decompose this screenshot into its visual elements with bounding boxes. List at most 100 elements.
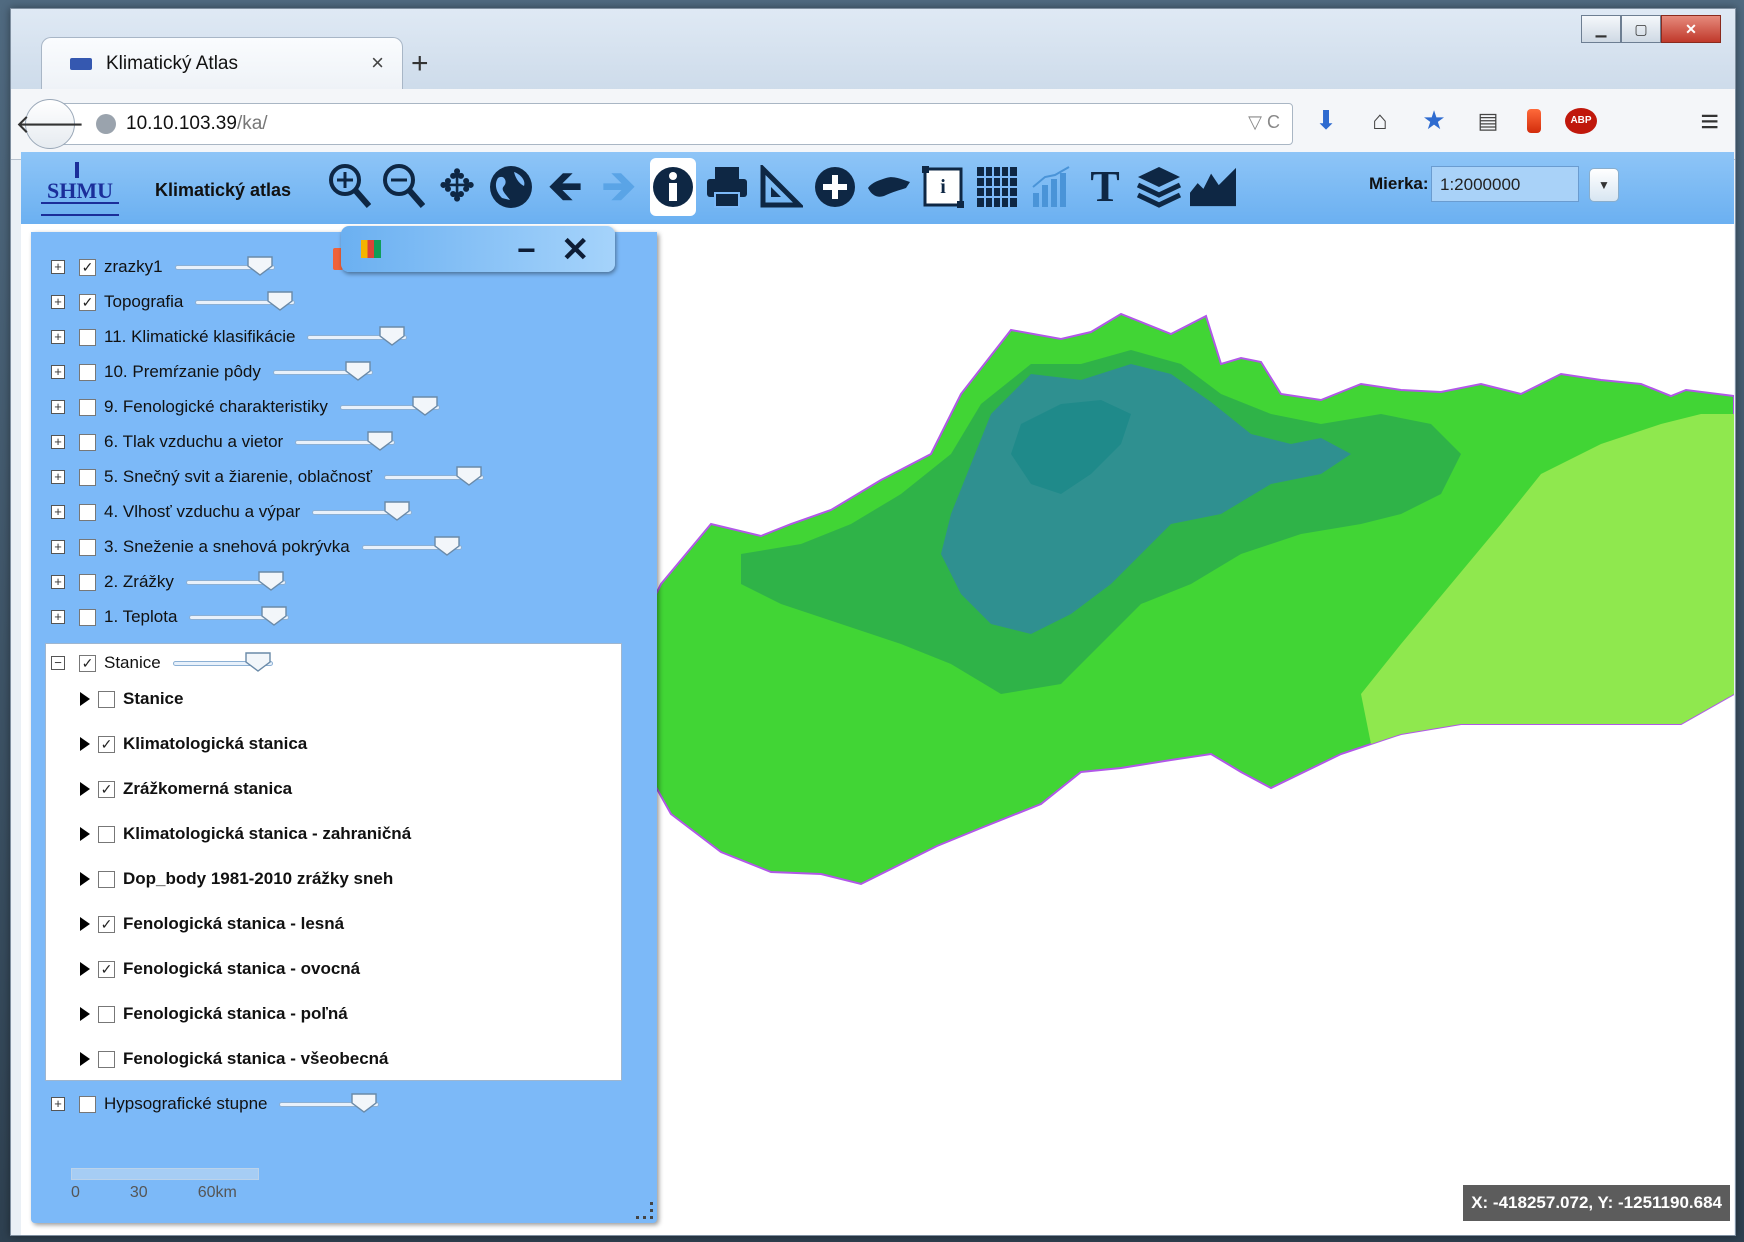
expand-icon[interactable]: + — [51, 260, 65, 274]
opacity-slider[interactable] — [195, 291, 296, 313]
layer-checkbox[interactable] — [79, 433, 96, 451]
expand-icon[interactable]: + — [51, 575, 65, 589]
opacity-slider[interactable] — [361, 536, 462, 558]
addon-icon[interactable] — [1527, 108, 1541, 133]
site-identity-icon[interactable] — [96, 114, 116, 134]
expand-arrow-icon[interactable] — [80, 917, 90, 931]
station-type-row[interactable]: Dop_body 1981-2010 zrážky sneh — [80, 864, 393, 894]
legend-frame-icon[interactable]: i — [920, 158, 966, 216]
expand-arrow-icon[interactable] — [80, 872, 90, 886]
opacity-slider[interactable] — [272, 361, 373, 383]
maximize-button[interactable]: ▢ — [1621, 15, 1661, 43]
slider-thumb[interactable] — [261, 606, 288, 626]
layer-checkbox[interactable]: ✓ — [79, 258, 96, 276]
close-popup-button[interactable]: ✕ — [561, 230, 590, 270]
expand-icon[interactable]: + — [51, 295, 65, 309]
layer-row[interactable]: +6. Tlak vzduchu a vietor — [51, 427, 396, 457]
slider-thumb[interactable] — [384, 501, 411, 521]
expand-icon[interactable]: + — [51, 330, 65, 344]
close-window-button[interactable]: ✕ — [1661, 15, 1721, 43]
station-checkbox[interactable]: ✓ — [98, 960, 115, 978]
panel-resize-handle[interactable] — [636, 1202, 653, 1219]
opacity-slider[interactable] — [279, 1093, 380, 1115]
layer-checkbox[interactable]: ✓ — [79, 293, 96, 311]
slovakia-map-icon[interactable] — [866, 158, 912, 216]
minimize-button[interactable]: ▁ — [1581, 15, 1621, 43]
station-checkbox[interactable]: ✓ — [98, 780, 115, 798]
add-icon[interactable] — [812, 158, 858, 216]
expand-arrow-icon[interactable] — [80, 737, 90, 751]
layer-checkbox[interactable] — [79, 468, 96, 486]
expand-arrow-icon[interactable] — [80, 692, 90, 706]
back-button[interactable]: 🡐 — [15, 99, 85, 149]
slider-thumb[interactable] — [246, 256, 273, 276]
station-type-row[interactable]: Klimatologická stanica - zahraničná — [80, 819, 411, 849]
station-checkbox[interactable] — [98, 1050, 115, 1068]
layer-row[interactable]: +9. Fenologické charakteristiky — [51, 392, 440, 422]
hypso-layer[interactable]: + Hypsografické stupne — [51, 1089, 380, 1119]
slider-thumb[interactable] — [367, 431, 393, 451]
opacity-slider[interactable] — [384, 466, 485, 488]
layer-checkbox[interactable] — [79, 538, 96, 556]
layer-checkbox[interactable] — [79, 328, 96, 346]
slider-thumb[interactable] — [379, 326, 406, 346]
slider-thumb[interactable] — [258, 571, 284, 591]
layer-checkbox[interactable] — [79, 573, 96, 591]
expand-icon[interactable]: + — [51, 470, 65, 484]
print-icon[interactable] — [704, 158, 750, 216]
station-checkbox[interactable]: ✓ — [98, 915, 115, 933]
layer-checkbox[interactable] — [79, 363, 96, 381]
slider-thumb[interactable] — [245, 652, 271, 672]
station-type-row[interactable]: ✓ Fenologická stanica - ovocná — [80, 954, 360, 984]
opacity-slider[interactable] — [189, 606, 290, 628]
expand-arrow-icon[interactable] — [80, 1052, 90, 1066]
slider-thumb[interactable] — [456, 466, 482, 486]
profile-icon[interactable] — [1190, 158, 1236, 216]
tab-close-button[interactable]: × — [371, 50, 384, 76]
collapse-icon[interactable]: − — [51, 656, 65, 670]
station-type-row[interactable]: Fenologická stanica - všeobecná — [80, 1044, 388, 1074]
expand-arrow-icon[interactable] — [80, 782, 90, 796]
stanice-header[interactable]: − ✓ Stanice — [51, 648, 273, 678]
browser-tab[interactable]: Klimatický Atlas × — [41, 37, 403, 90]
forward-arrow-icon[interactable]: 🡺 — [596, 158, 642, 216]
layer-row[interactable]: +3. Sneženie a snehová pokrývka — [51, 532, 462, 562]
layer-row[interactable]: +5. Snečný svit a žiarenie, oblačnosť — [51, 462, 485, 492]
layer-row[interactable]: +11. Klimatické klasifikácie — [51, 322, 408, 352]
station-checkbox[interactable] — [98, 870, 115, 888]
legend-popup[interactable]: − ✕ — [341, 226, 615, 272]
layer-row[interactable]: +10. Premŕzanie pôdy — [51, 357, 373, 387]
slider-thumb[interactable] — [412, 396, 438, 416]
layer-checkbox[interactable] — [79, 398, 96, 416]
opacity-slider[interactable] — [307, 326, 408, 348]
stanice-checkbox[interactable]: ✓ — [79, 654, 96, 672]
expand-icon[interactable]: + — [51, 435, 65, 449]
opacity-slider[interactable] — [174, 256, 275, 278]
opacity-slider[interactable] — [339, 396, 440, 418]
expand-icon[interactable]: + — [51, 365, 65, 379]
scale-dropdown-button[interactable]: ▼ — [1589, 168, 1619, 202]
opacity-slider[interactable] — [295, 431, 396, 453]
text-icon[interactable]: T — [1082, 158, 1128, 216]
slider-thumb[interactable] — [267, 291, 294, 311]
station-type-row[interactable]: ✓ Fenologická stanica - lesná — [80, 909, 344, 939]
reload-icon[interactable]: ▽ C — [1248, 112, 1280, 133]
layer-row[interactable]: +1. Teplota — [51, 602, 290, 632]
bookmark-star-icon[interactable]: ★ — [1419, 105, 1449, 136]
slider-thumb[interactable] — [434, 536, 460, 556]
opacity-slider[interactable] — [185, 571, 286, 593]
expand-arrow-icon[interactable] — [80, 962, 90, 976]
download-icon[interactable]: ⬇ — [1311, 105, 1341, 136]
station-type-row[interactable]: Stanice — [80, 684, 183, 714]
grid-icon[interactable] — [974, 158, 1020, 216]
station-type-row[interactable]: ✓ Klimatologická stanica — [80, 729, 307, 759]
expand-icon[interactable]: + — [51, 400, 65, 414]
slider-thumb[interactable] — [351, 1093, 378, 1113]
opacity-slider[interactable] — [312, 501, 413, 523]
slider-thumb[interactable] — [345, 361, 371, 381]
layers-icon[interactable] — [1136, 158, 1182, 216]
layer-checkbox[interactable] — [79, 503, 96, 521]
zoom-out-icon[interactable] — [380, 158, 426, 216]
station-checkbox[interactable] — [98, 825, 115, 843]
station-type-row[interactable]: ✓ Zrážkomerná stanica — [80, 774, 292, 804]
